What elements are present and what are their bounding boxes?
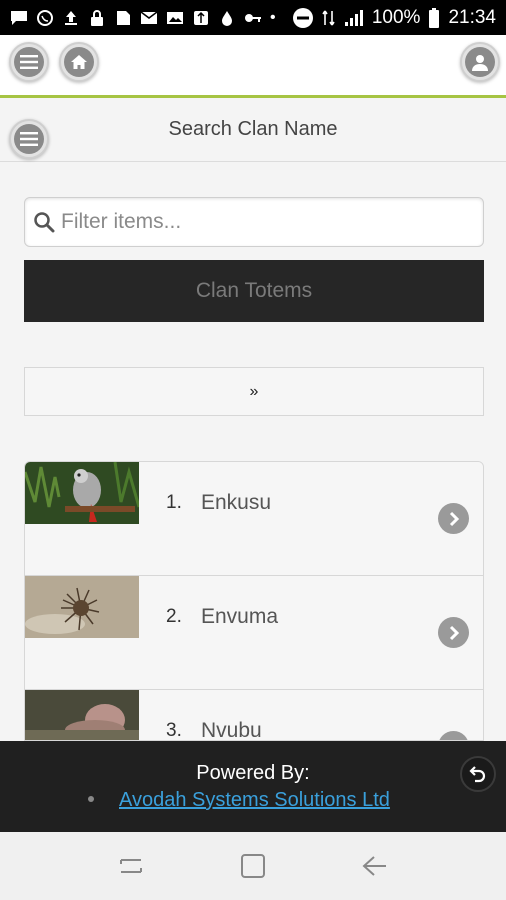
signal-icon — [344, 9, 363, 26]
dnd-icon — [292, 7, 313, 28]
status-right: 100% 21:34 — [292, 7, 496, 29]
page-title: Search Clan Name — [168, 118, 338, 140]
company-link[interactable]: Avodah Systems Solutions Ltd — [119, 789, 390, 812]
upload-icon — [65, 10, 77, 25]
lock-icon — [91, 9, 103, 26]
clan-number: 1. — [166, 492, 182, 513]
clan-name: Envuma — [201, 605, 279, 628]
chevron-right-icon — [438, 503, 469, 534]
clan-number: 3. — [166, 720, 182, 741]
battery-icon — [429, 7, 440, 28]
menu-icon — [14, 47, 44, 77]
page-header: Search Clan Name — [0, 101, 506, 162]
system-nav-bar — [0, 832, 506, 900]
home-nav-icon[interactable] — [239, 852, 267, 880]
clan-totems-label: Clan Totems — [195, 279, 313, 302]
filter-input[interactable] — [61, 210, 461, 234]
search-icon — [34, 212, 55, 233]
next-page-label: » — [249, 382, 259, 400]
clan-name: Nvubu — [201, 719, 262, 741]
chevron-right-icon — [438, 731, 469, 740]
bullet — [88, 796, 94, 802]
home-icon — [64, 47, 94, 77]
sim-icon — [117, 10, 130, 25]
top-toolbar — [0, 35, 506, 98]
status-bar: • 100% 21:34 — [0, 0, 506, 35]
powered-by-label: Powered By: — [196, 762, 310, 784]
home-button[interactable] — [59, 42, 99, 82]
notification-icons: • — [10, 9, 276, 27]
next-page-button[interactable]: » — [24, 367, 484, 416]
list-item[interactable]: 1. Enkusu — [25, 462, 483, 576]
clan-thumbnail — [25, 690, 139, 740]
chevron-right-icon — [438, 617, 469, 648]
recents-icon[interactable] — [117, 854, 145, 878]
key-icon — [245, 13, 261, 22]
filter-box[interactable] — [24, 197, 484, 247]
list-item[interactable]: 3. Nvubu — [25, 690, 483, 741]
user-button[interactable] — [460, 42, 500, 82]
water-drop-icon — [222, 10, 232, 26]
clan-name: Enkusu — [201, 491, 272, 514]
battery-percent: 100% — [371, 6, 421, 28]
clock: 21:34 — [448, 6, 496, 28]
footer: Powered By: Avodah Systems Solutions Ltd — [0, 741, 506, 832]
clan-thumbnail — [25, 576, 139, 638]
clan-totems-header[interactable]: Clan Totems — [24, 260, 484, 322]
menu-button[interactable] — [9, 42, 49, 82]
clan-number: 2. — [166, 606, 182, 627]
undo-icon — [469, 766, 486, 783]
overflow-dots: • — [270, 8, 276, 26]
message-icon — [11, 10, 27, 25]
image-icon — [167, 11, 183, 24]
whatsapp-icon — [37, 9, 53, 26]
user-icon — [465, 47, 495, 77]
usb-icon — [194, 10, 208, 25]
clan-list: 1. Enkusu 2. Envuma 3. Nvubu — [24, 461, 484, 741]
list-item[interactable]: 2. Envuma — [25, 576, 483, 690]
mail-icon — [140, 10, 158, 24]
back-button[interactable] — [460, 756, 496, 792]
lte-icon — [322, 10, 335, 25]
clan-thumbnail — [25, 462, 139, 524]
back-nav-icon[interactable] — [361, 854, 389, 878]
